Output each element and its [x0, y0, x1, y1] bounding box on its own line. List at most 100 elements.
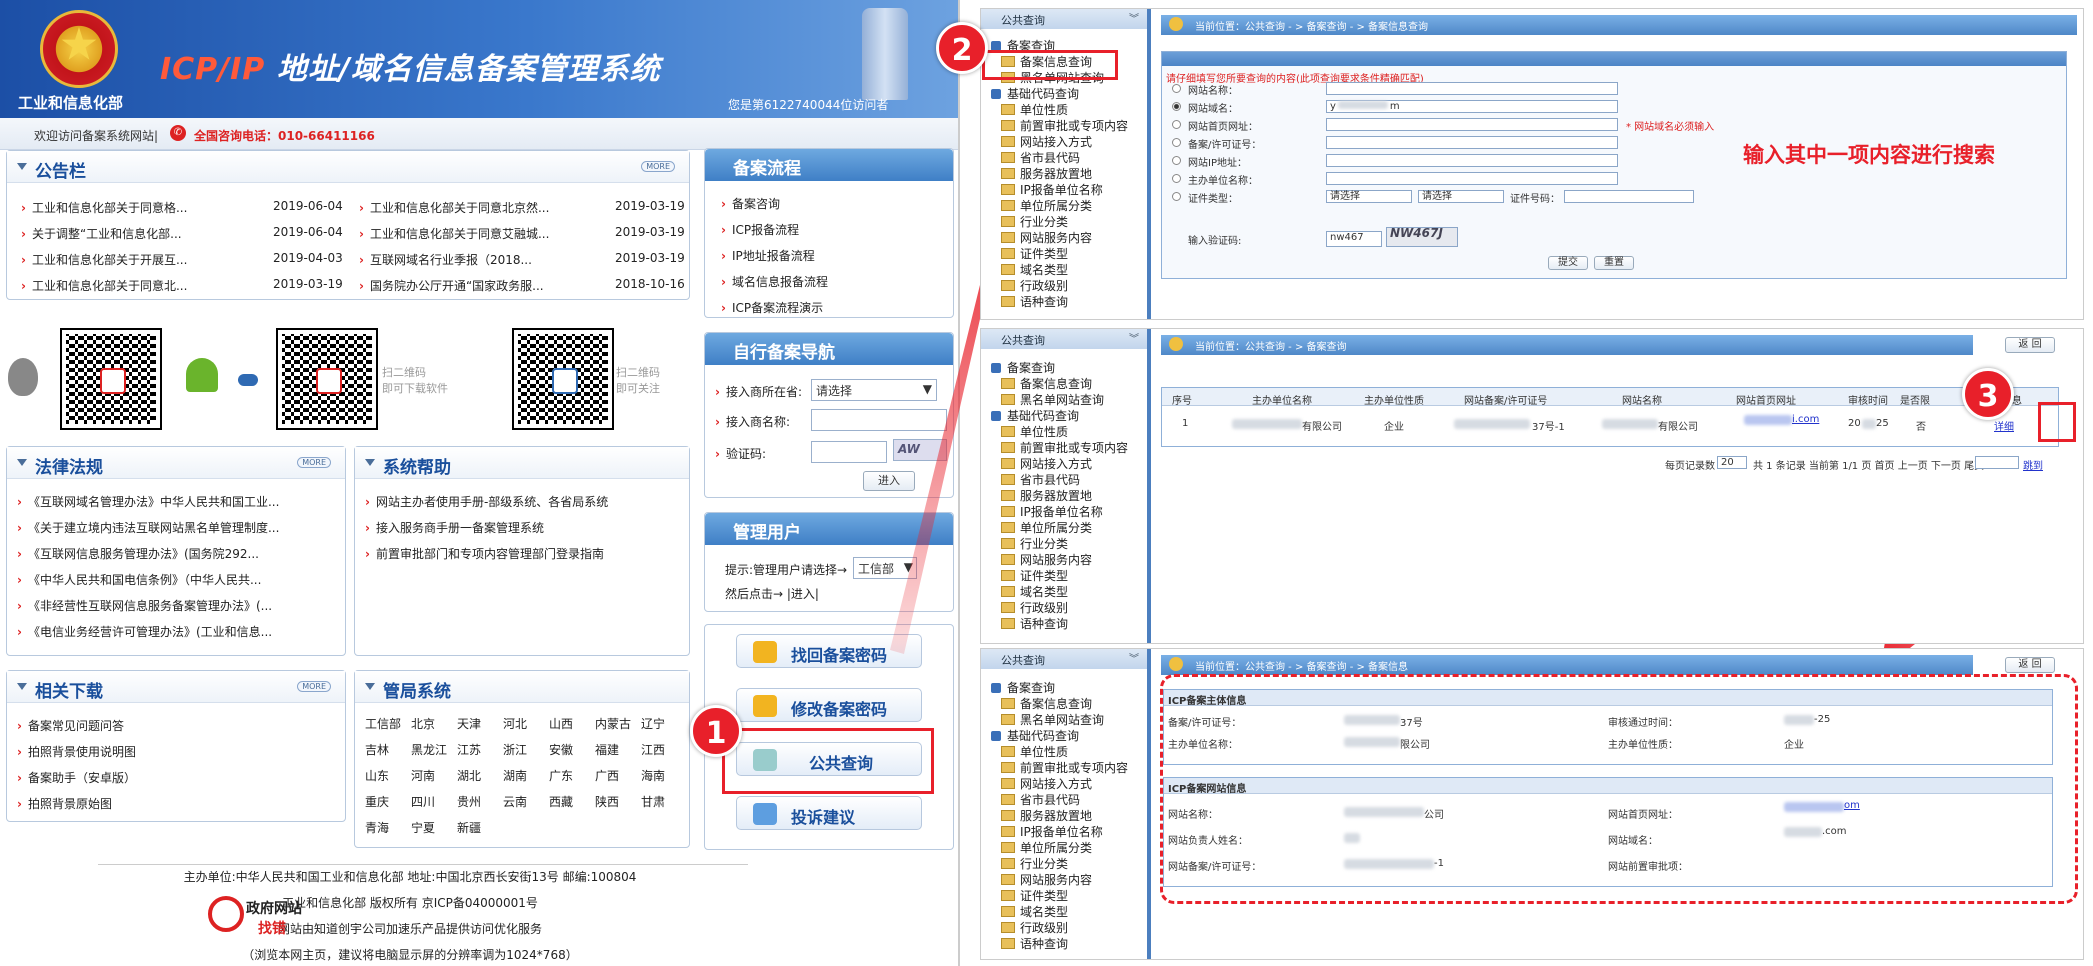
tree-item[interactable]: 单位所属分类 [1001, 519, 1092, 536]
tree-item[interactable]: 服务器放置地 [1001, 807, 1092, 824]
highlight-box-record-query [982, 50, 1118, 80]
tree-item[interactable]: 网站服务内容 [1001, 871, 1092, 888]
tree-item[interactable]: 省市县代码 [1001, 149, 1080, 166]
page-size-select[interactable]: 20 [1717, 456, 1747, 469]
col-header: 序号 [1172, 396, 1192, 407]
field-radio[interactable] [1172, 192, 1181, 201]
tree-item[interactable]: 备案查询 [991, 359, 1055, 376]
tree-item[interactable]: 行政级别 [1001, 277, 1068, 294]
col-header: 审核时间 [1848, 396, 1888, 407]
breadcrumb: 当前位置：公共查询 - > 备案查询 - > 备案信息查询 [1161, 15, 2077, 35]
tree-header[interactable]: 公共查询 [981, 649, 1147, 669]
tree-item[interactable]: 语种查询 [1001, 935, 1068, 952]
back-button[interactable]: 返 回 [2005, 657, 2055, 673]
tree-item[interactable]: IP报备单位名称 [1001, 181, 1103, 198]
field-radio[interactable] [1172, 102, 1181, 111]
search-instruction: 输入其中一项内容进行搜索 [1743, 143, 1995, 167]
cert-type-select[interactable]: 请选择 [1326, 190, 1412, 203]
cert-subtype-select[interactable]: 请选择 [1418, 190, 1504, 203]
tree-item[interactable]: 前置审批或专项内容 [1001, 117, 1128, 134]
reset-button[interactable]: 重置 [1594, 256, 1634, 270]
tree-item[interactable]: 单位性质 [1001, 743, 1068, 760]
field-radio[interactable] [1172, 156, 1181, 165]
tree-item[interactable]: 证件类型 [1001, 567, 1068, 584]
tree-item[interactable]: IP报备单位名称 [1001, 503, 1103, 520]
tree-item[interactable]: 单位所属分类 [1001, 839, 1092, 856]
cell-limit: 否 [1916, 422, 1926, 433]
field-radio[interactable] [1172, 84, 1181, 93]
tree-item[interactable]: 前置审批或专项内容 [1001, 759, 1128, 776]
back-button[interactable]: 返 回 [2005, 337, 2055, 353]
col-header: 是否限 [1900, 396, 1930, 407]
tree-item[interactable]: 网站服务内容 [1001, 229, 1092, 246]
tree-item[interactable]: 基础代码查询 [991, 85, 1079, 102]
field-input[interactable]: ym [1326, 100, 1618, 113]
tree-item[interactable]: 前置审批或专项内容 [1001, 439, 1128, 456]
field-label: 网站IP地址： [1188, 158, 1247, 169]
jump-link[interactable]: 跳到 [2023, 457, 2043, 472]
tree-item[interactable]: 省市县代码 [1001, 471, 1080, 488]
page-jump-input[interactable] [1975, 456, 2019, 469]
tree-header[interactable]: 公共查询 [981, 9, 1147, 29]
cell-site-name: 有限公司 [1658, 422, 1698, 433]
field-input[interactable] [1326, 82, 1618, 95]
tree-item[interactable]: 单位性质 [1001, 101, 1068, 118]
captcha-input[interactable]: nw467 [1326, 231, 1382, 247]
tree-item[interactable]: 网站接入方式 [1001, 775, 1092, 792]
tree-item[interactable]: 网站服务内容 [1001, 551, 1092, 568]
cell-url[interactable]: i.com [1792, 414, 1819, 425]
col-header: 主办单位性质 [1364, 396, 1424, 407]
cert-number-input[interactable] [1564, 190, 1694, 203]
tree-item[interactable]: 省市县代码 [1001, 791, 1080, 808]
tree-item[interactable]: 行业分类 [1001, 213, 1068, 230]
tree-item[interactable]: 备案信息查询 [1001, 375, 1092, 392]
captcha-image[interactable]: NW467J [1386, 227, 1458, 247]
tree-item[interactable]: 网站接入方式 [1001, 133, 1092, 150]
col-header: 网站备案/许可证号 [1464, 396, 1548, 407]
field-radio[interactable] [1172, 174, 1181, 183]
detail-link[interactable]: 详细 [1994, 418, 2014, 433]
tree-item[interactable]: 证件类型 [1001, 245, 1068, 262]
field-radio[interactable] [1172, 120, 1181, 129]
field-label: 网站名称： [1188, 86, 1238, 97]
results-table: 序号 主办单位名称 主办单位性质 网站备案/许可证号 网站名称 网站首页网址 审… [1161, 387, 2059, 447]
tree-item[interactable]: IP报备单位名称 [1001, 823, 1103, 840]
cell-time: 25 [1876, 418, 1889, 429]
field-input[interactable] [1326, 118, 1618, 131]
tree-item[interactable]: 黑名单网站查询 [1001, 391, 1104, 408]
tree-item[interactable]: 域名类型 [1001, 903, 1068, 920]
tree-item[interactable]: 语种查询 [1001, 293, 1068, 310]
tree-header[interactable]: 公共查询 [981, 329, 1147, 349]
col-header: 主办单位名称 [1252, 396, 1312, 407]
tree-item[interactable]: 域名类型 [1001, 583, 1068, 600]
tree-item[interactable]: 行政级别 [1001, 919, 1068, 936]
tree-item[interactable]: 行政级别 [1001, 599, 1068, 616]
field-input[interactable] [1326, 172, 1618, 185]
screen-results: 公共查询 备案查询备案信息查询黑名单网站查询基础代码查询单位性质前置审批或专项内… [980, 328, 2084, 644]
field-radio[interactable] [1172, 138, 1181, 147]
tree-item[interactable]: 基础代码查询 [991, 407, 1079, 424]
tree-item[interactable]: 基础代码查询 [991, 727, 1079, 744]
cell-license: 37号-1 [1532, 422, 1565, 433]
submit-button[interactable]: 提交 [1548, 256, 1588, 270]
pager-info: 共 1 条记录 当前第 1/1 页 首页 上一页 下一页 尾页 [1753, 461, 1985, 472]
tree-item[interactable]: 网站接入方式 [1001, 455, 1092, 472]
tree-item[interactable]: 服务器放置地 [1001, 487, 1092, 504]
tree-item[interactable]: 备案查询 [991, 679, 1055, 696]
field-input[interactable] [1326, 154, 1618, 167]
tree-item[interactable]: 服务器放置地 [1001, 165, 1092, 182]
field-input[interactable] [1326, 136, 1618, 149]
tree-item[interactable]: 单位所属分类 [1001, 197, 1092, 214]
tree-sidebar: 公共查询 备案查询备案信息查询黑名单网站查询基础代码查询单位性质前置审批或专项内… [981, 329, 1151, 643]
field-label: 备案/许可证号： [1188, 140, 1262, 151]
tree-item[interactable]: 单位性质 [1001, 423, 1068, 440]
tree-item[interactable]: 行业分类 [1001, 855, 1068, 872]
cell-type: 企业 [1384, 422, 1404, 433]
tree-item[interactable]: 域名类型 [1001, 261, 1068, 278]
pager-label: 每页记录数 [1665, 461, 1715, 472]
tree-item[interactable]: 证件类型 [1001, 887, 1068, 904]
tree-item[interactable]: 行业分类 [1001, 535, 1068, 552]
tree-item[interactable]: 语种查询 [1001, 615, 1068, 632]
tree-item[interactable]: 黑名单网站查询 [1001, 711, 1104, 728]
tree-item[interactable]: 备案信息查询 [1001, 695, 1092, 712]
